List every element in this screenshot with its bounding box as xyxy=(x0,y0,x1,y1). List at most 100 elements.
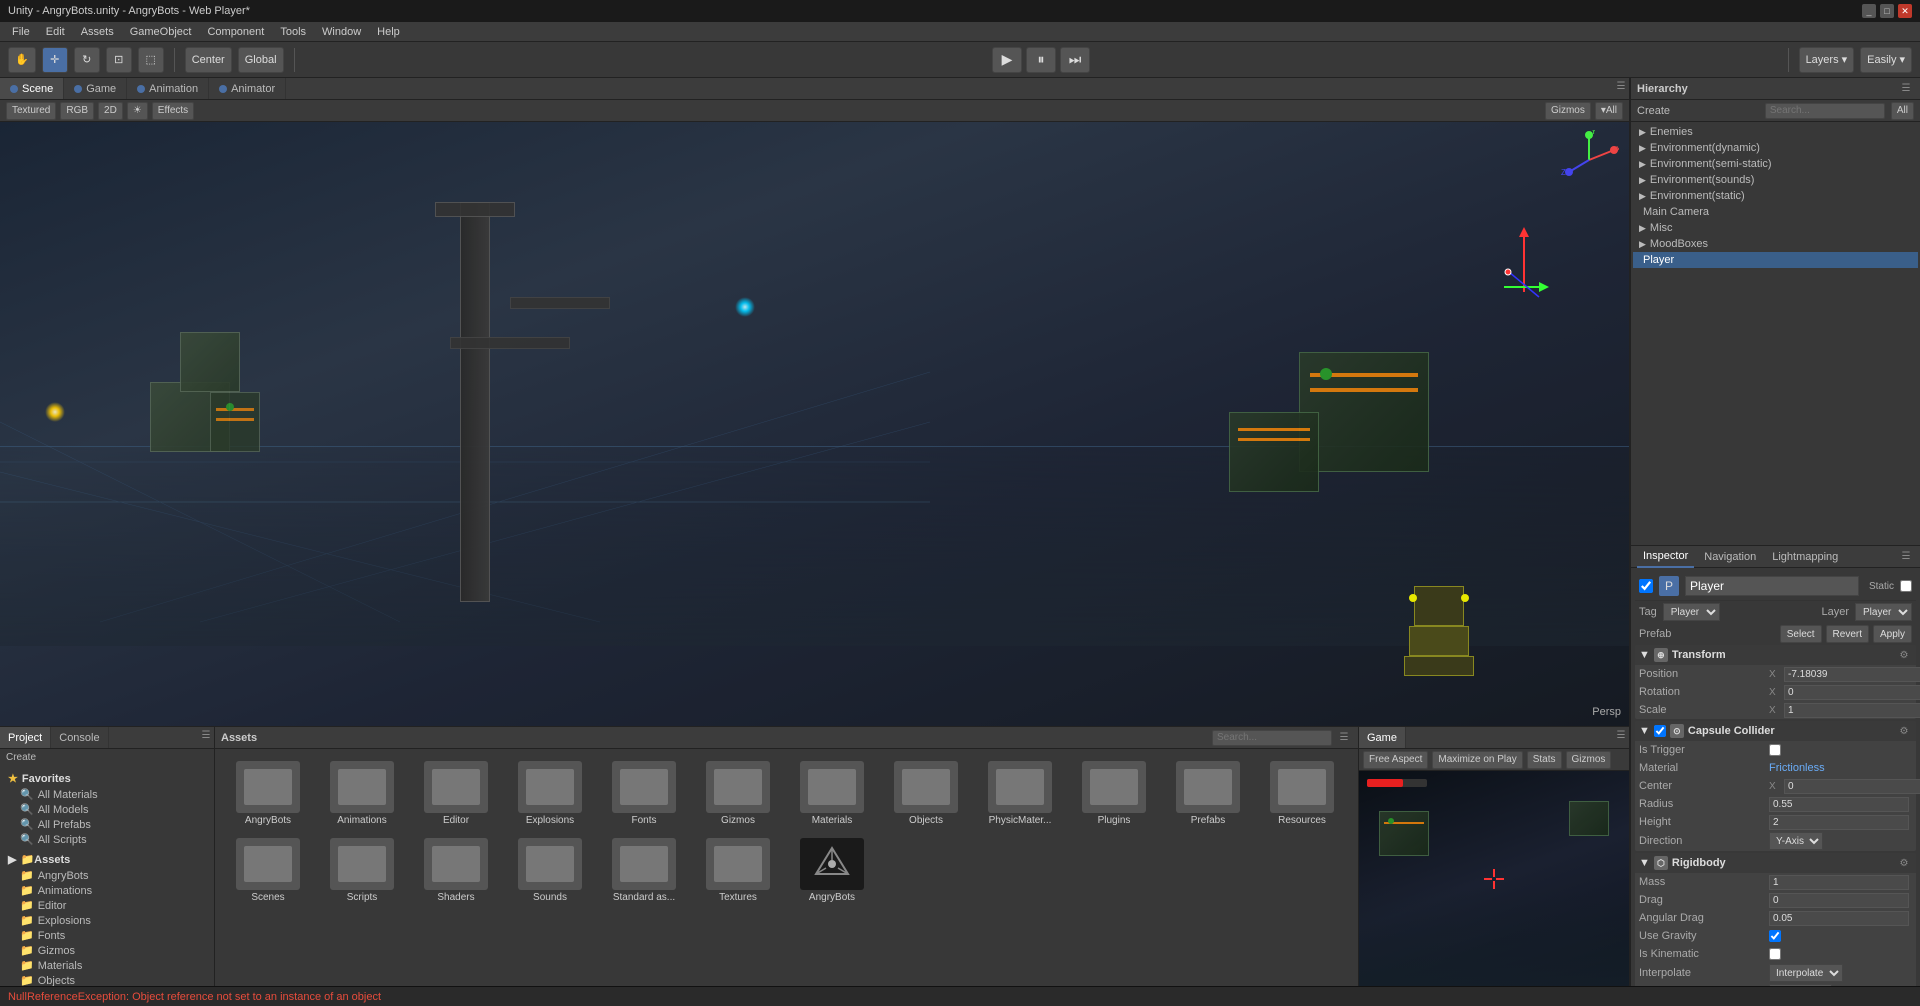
play-button[interactable]: ▶ xyxy=(992,47,1022,73)
tab-scene[interactable]: Scene xyxy=(0,78,64,99)
effects-btn[interactable]: Effects xyxy=(152,102,194,120)
interpolate-dropdown[interactable]: Interpolate xyxy=(1769,964,1843,982)
assets-panel-menu[interactable]: ☰ xyxy=(1336,730,1352,746)
menu-gameobject[interactable]: GameObject xyxy=(122,24,200,40)
scale-x[interactable] xyxy=(1784,703,1920,718)
project-panel-menu[interactable]: ☰ xyxy=(198,727,214,743)
is-trigger-checkbox[interactable] xyxy=(1769,744,1781,756)
assets-tree-header[interactable]: ▶ 📁 Assets xyxy=(4,851,210,868)
hierarchy-misc[interactable]: ▶ Misc xyxy=(1633,220,1918,236)
asset-angrybots[interactable]: AngryBots xyxy=(223,757,313,830)
asset-standard[interactable]: Standard as... xyxy=(599,834,689,907)
create-label[interactable]: Create xyxy=(6,752,36,763)
scene-panel-menu[interactable]: ☰ xyxy=(1613,78,1629,94)
hierarchy-menu-btn[interactable]: ☰ xyxy=(1898,81,1914,97)
filter-btn[interactable]: ▾All xyxy=(1595,102,1623,120)
scale-tool[interactable]: ⊡ xyxy=(106,47,132,73)
asset-editor[interactable]: Editor xyxy=(411,757,501,830)
transform-settings-btn[interactable]: ⚙ xyxy=(1896,647,1912,663)
select-prefab-btn[interactable]: Select xyxy=(1780,625,1822,643)
color-space-btn[interactable]: RGB xyxy=(60,102,94,120)
asset-resources[interactable]: Resources xyxy=(1257,757,1347,830)
asset-materials[interactable]: Materials xyxy=(787,757,877,830)
search-all-btn[interactable]: All xyxy=(1891,102,1914,120)
menu-help[interactable]: Help xyxy=(369,24,408,40)
mass-input[interactable] xyxy=(1769,875,1909,890)
asset-gizmos[interactable]: Gizmos xyxy=(693,757,783,830)
capsule-collider-header[interactable]: ▼ ⊙ Capsule Collider ⚙ xyxy=(1635,721,1916,741)
menu-file[interactable]: File xyxy=(4,24,38,40)
tab-game-preview[interactable]: Game xyxy=(1359,727,1406,748)
menu-component[interactable]: Component xyxy=(199,24,272,40)
asset-objects[interactable]: Objects xyxy=(881,757,971,830)
game-gizmos-btn[interactable]: Gizmos xyxy=(1566,751,1612,769)
tree-explosions[interactable]: 📁 Explosions xyxy=(4,913,210,928)
asset-sounds[interactable]: Sounds xyxy=(505,834,595,907)
layers-dropdown-btn[interactable]: Layers ▾ xyxy=(1799,47,1855,73)
maximize-play-btn[interactable]: Maximize on Play xyxy=(1432,751,1522,769)
favorites-header[interactable]: ★ Favorites xyxy=(4,770,210,787)
game-preview-viewport[interactable] xyxy=(1359,771,1629,986)
gizmos-btn[interactable]: Gizmos xyxy=(1545,102,1591,120)
create-hierarchy-btn[interactable]: Create xyxy=(1637,105,1670,117)
tab-navigation[interactable]: Navigation xyxy=(1698,546,1762,568)
drag-input[interactable] xyxy=(1769,893,1909,908)
radius-input[interactable] xyxy=(1769,797,1909,812)
asset-plugins[interactable]: Plugins xyxy=(1069,757,1159,830)
tree-objects[interactable]: 📁 Objects xyxy=(4,973,210,986)
hand-tool[interactable]: ✋ xyxy=(8,47,36,73)
tree-gizmos[interactable]: 📁 Gizmos xyxy=(4,943,210,958)
menu-assets[interactable]: Assets xyxy=(73,24,122,40)
rotation-x[interactable] xyxy=(1784,685,1920,700)
transform-header[interactable]: ▼ ⊕ Transform ⚙ xyxy=(1635,645,1916,665)
tree-all-models[interactable]: 🔍 All Models xyxy=(4,802,210,817)
hierarchy-env-sounds[interactable]: ▶ Environment(sounds) xyxy=(1633,172,1918,188)
tree-animations[interactable]: 📁 Animations xyxy=(4,883,210,898)
object-enable-checkbox[interactable] xyxy=(1639,579,1653,593)
minimize-button[interactable]: _ xyxy=(1862,4,1876,18)
asset-animations[interactable]: Animations xyxy=(317,757,407,830)
material-value[interactable]: Frictionless xyxy=(1769,762,1912,774)
step-button[interactable]: ⏭ xyxy=(1060,47,1090,73)
scene-viewport[interactable]: X Y Z Persp xyxy=(0,122,1629,726)
is-kinematic-checkbox[interactable] xyxy=(1769,948,1781,960)
tag-dropdown[interactable]: Player xyxy=(1663,603,1720,621)
hierarchy-search-input[interactable] xyxy=(1765,103,1885,119)
revert-prefab-btn[interactable]: Revert xyxy=(1826,625,1869,643)
rigidbody-header[interactable]: ▼ ⬡ Rigidbody ⚙ xyxy=(1635,853,1916,873)
global-button[interactable]: Global xyxy=(238,47,284,73)
hierarchy-main-camera[interactable]: Main Camera xyxy=(1633,204,1918,220)
stats-btn[interactable]: Stats xyxy=(1527,751,1562,769)
lighting-btn[interactable]: ☀ xyxy=(127,102,148,120)
asset-scenes[interactable]: Scenes xyxy=(223,834,313,907)
use-gravity-checkbox[interactable] xyxy=(1769,930,1781,942)
object-name-input[interactable] xyxy=(1685,576,1859,596)
tree-angrybots[interactable]: 📁 AngryBots xyxy=(4,868,210,883)
layout-dropdown-btn[interactable]: Easily ▾ xyxy=(1860,47,1912,73)
asset-scripts[interactable]: Scripts xyxy=(317,834,407,907)
center-button[interactable]: Center xyxy=(185,47,232,73)
hierarchy-env-semi[interactable]: ▶ Environment(semi-static) xyxy=(1633,156,1918,172)
hierarchy-moodboxes[interactable]: ▶ MoodBoxes xyxy=(1633,236,1918,252)
asset-textures[interactable]: Textures xyxy=(693,834,783,907)
hierarchy-env-static[interactable]: ▶ Environment(static) xyxy=(1633,188,1918,204)
position-x[interactable] xyxy=(1784,667,1920,682)
tab-project[interactable]: Project xyxy=(0,727,51,748)
render-mode-btn[interactable]: Textured xyxy=(6,102,56,120)
tree-materials[interactable]: 📁 Materials xyxy=(4,958,210,973)
aspect-btn[interactable]: Free Aspect xyxy=(1363,751,1428,769)
asset-explosions[interactable]: Explosions xyxy=(505,757,595,830)
game-panel-menu[interactable]: ☰ xyxy=(1613,727,1629,743)
rotate-tool[interactable]: ↻ xyxy=(74,47,100,73)
capsule-settings-btn[interactable]: ⚙ xyxy=(1896,723,1912,739)
layer-dropdown[interactable]: Player xyxy=(1855,603,1912,621)
tree-all-prefabs[interactable]: 🔍 All Prefabs xyxy=(4,817,210,832)
tree-fonts[interactable]: 📁 Fonts xyxy=(4,928,210,943)
tree-all-scripts[interactable]: 🔍 All Scripts xyxy=(4,832,210,847)
pause-button[interactable]: ⏸ xyxy=(1026,47,1056,73)
rect-tool[interactable]: ⬚ xyxy=(138,47,164,73)
menu-window[interactable]: Window xyxy=(314,24,369,40)
asset-prefabs[interactable]: Prefabs xyxy=(1163,757,1253,830)
move-tool[interactable]: ✛ xyxy=(42,47,68,73)
hierarchy-env-dynamic[interactable]: ▶ Environment(dynamic) xyxy=(1633,140,1918,156)
